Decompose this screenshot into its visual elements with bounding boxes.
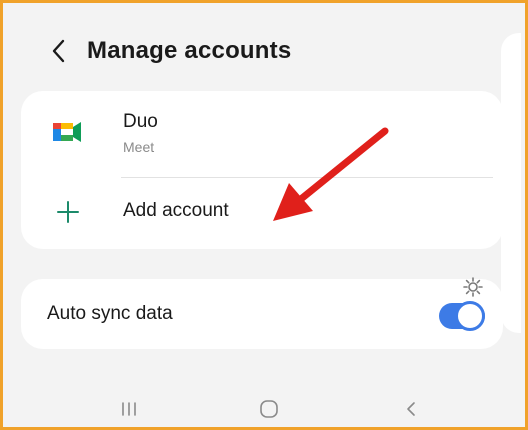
plus-icon [57,201,79,223]
account-name: Duo [123,111,158,132]
back-button[interactable] [39,31,79,71]
google-meet-duo-icon [53,122,81,142]
app-header: Manage accounts [3,23,503,79]
auto-sync-label: Auto sync data [47,303,173,324]
account-type: Meet [123,139,155,155]
divider [121,177,493,178]
home-icon [260,400,278,418]
adjacent-panel-edge [501,33,521,333]
auto-sync-card[interactable]: Auto sync data [21,277,503,349]
page-title: Manage accounts [87,37,292,64]
auto-sync-toggle[interactable] [439,301,485,331]
accounts-card: Duo Meet Add account [21,91,503,249]
toggle-knob [455,301,485,331]
add-account-label: Add account [123,200,229,221]
recent-apps-icon [122,402,136,416]
gear-icon[interactable] [463,277,483,297]
home-button[interactable] [255,397,283,421]
nav-back-button[interactable] [397,397,425,421]
add-account-button[interactable]: Add account [21,179,503,245]
screenshot-frame: Manage accounts Duo Meet Add account Aut… [0,0,528,430]
chevron-left-icon [52,39,65,63]
recent-apps-button[interactable] [115,397,143,421]
back-icon [407,402,415,416]
system-nav-bar [3,389,503,427]
account-item-duo[interactable]: Duo Meet [21,91,503,175]
